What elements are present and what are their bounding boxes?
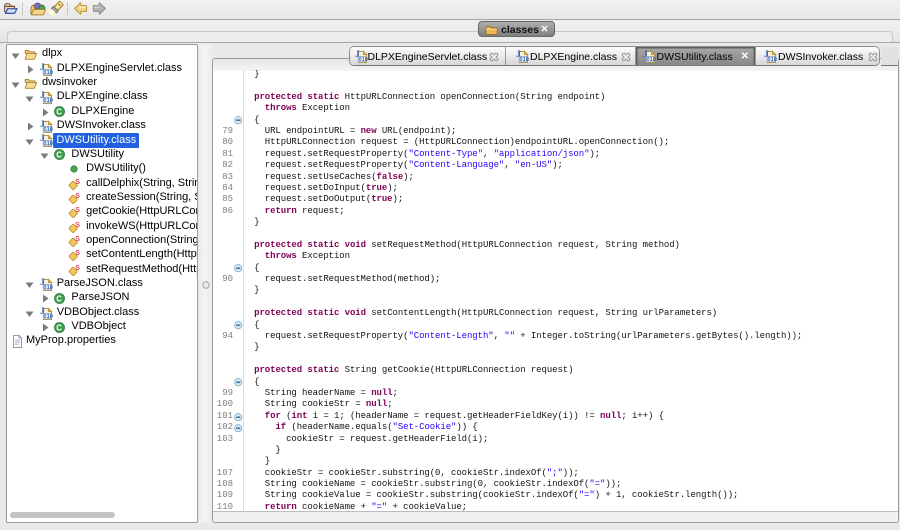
svg-text:010: 010 (43, 285, 52, 291)
svg-text:S: S (75, 236, 80, 243)
svg-text:S: S (75, 250, 80, 257)
svg-text:S: S (75, 222, 80, 229)
svg-text:010: 010 (768, 57, 777, 63)
svg-text:010: 010 (43, 314, 52, 320)
svg-text:S: S (75, 179, 80, 186)
svg-text:C: C (57, 294, 63, 303)
svg-text:010: 010 (43, 98, 52, 104)
svg-text:C: C (57, 151, 63, 160)
svg-text:010: 010 (43, 127, 52, 133)
svg-text:S: S (75, 193, 80, 200)
svg-text:C: C (57, 108, 63, 117)
svg-text:010: 010 (43, 141, 52, 147)
svg-text:S: S (75, 265, 80, 272)
svg-text:010: 010 (358, 57, 367, 63)
svg-text:C: C (57, 323, 63, 332)
svg-text:010: 010 (646, 57, 655, 63)
svg-text:S: S (75, 207, 80, 214)
svg-text:010: 010 (520, 57, 529, 63)
